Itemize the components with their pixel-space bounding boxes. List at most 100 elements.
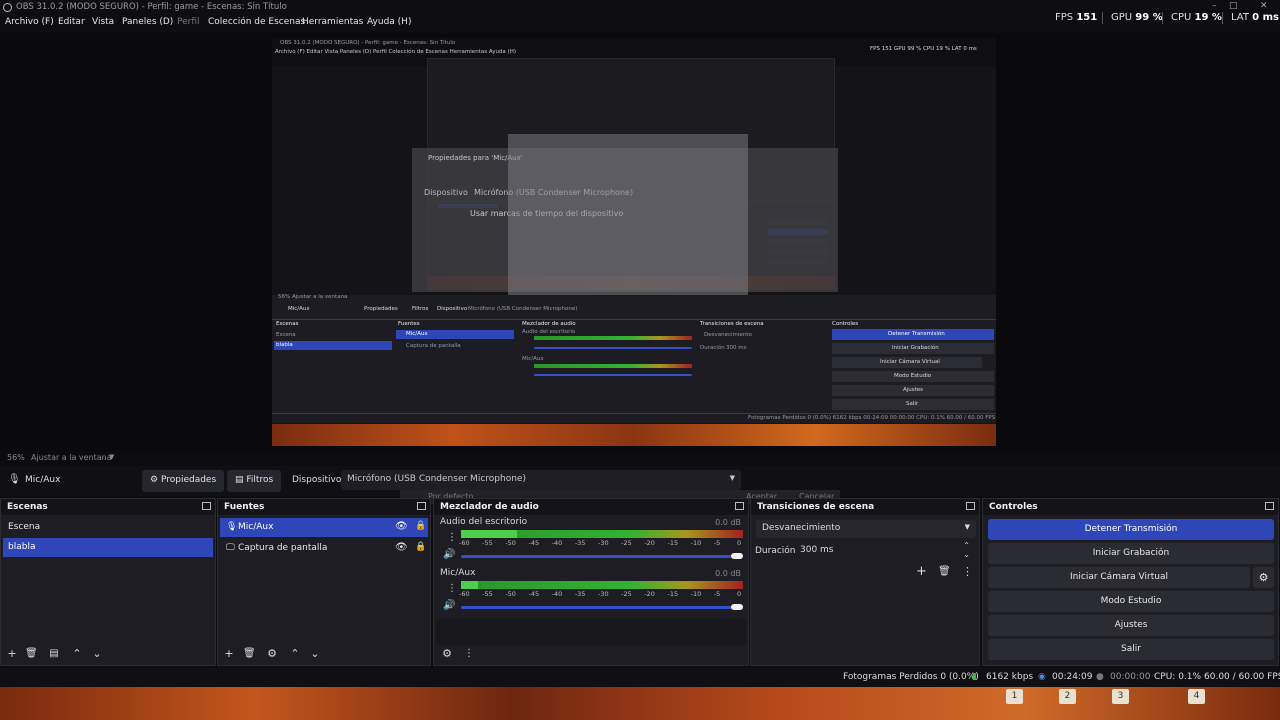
nested-control: Detener Transmisión — [888, 331, 945, 337]
zoom-mode[interactable]: Ajustar a la ventana — [31, 453, 112, 462]
more-vertical-icon[interactable]: ⋮ — [463, 648, 475, 660]
nested-scene: Escena — [276, 332, 296, 338]
nested-transition: Desvanecimiento — [704, 332, 752, 338]
mixer-channel-db: 0.0 dB — [715, 569, 741, 578]
gear-icon[interactable]: ⚙ — [441, 648, 453, 660]
undock-icon[interactable] — [1265, 502, 1274, 510]
volume-scale-tick: -40 — [551, 539, 563, 547]
program-preview[interactable]: OBS 31.0.2 (MODO SEGURO) - Perfil: game … — [272, 38, 996, 446]
zoom-percent: 56% — [7, 453, 25, 462]
volume-slider-handle[interactable] — [731, 604, 743, 610]
nested-device: Dispositivo — [437, 306, 468, 312]
trash-icon[interactable]: 🗑 — [243, 648, 256, 660]
workspace-button[interactable]: 3 — [1112, 689, 1129, 704]
nested-dock-mixer: Mezclador de audio — [522, 321, 576, 327]
scene-item[interactable]: Escena — [3, 518, 213, 537]
nested-scene: blabla — [276, 342, 293, 348]
chevron-down-icon[interactable]: ▼ — [109, 453, 114, 461]
volume-scale: -60 -55 -50 -45 -40 -35 -30 -25 -20 -15 -10 -5 0 — [459, 590, 745, 598]
volume-slider[interactable] — [461, 555, 743, 558]
scene-transitions-title: Transiciones de escena — [751, 499, 979, 515]
source-item[interactable]: 🖵 Captura de pantalla 👁 🔒 — [220, 539, 428, 558]
eye-icon[interactable]: 👁 — [395, 521, 408, 532]
volume-slider[interactable] — [461, 606, 743, 609]
workspace-button[interactable]: 1 — [1006, 689, 1023, 704]
source-item[interactable]: 🎙 Mic/Aux 👁 🔒 — [220, 518, 428, 537]
nested-menu: Archivo (F) Editar Vista Paneles (D) Per… — [275, 49, 516, 55]
nested-desktop-wallpaper — [272, 424, 996, 446]
workspace-button[interactable]: 4 — [1188, 689, 1205, 704]
chevron-up-icon[interactable]: ⌃ — [71, 648, 83, 660]
maximize-button[interactable]: □ — [1229, 1, 1238, 11]
nested-dock-controls: Controles — [832, 321, 859, 327]
undock-icon[interactable] — [202, 502, 211, 510]
nested-control: Iniciar Cámara Virtual — [880, 359, 940, 365]
desktop-wallpaper — [0, 687, 1280, 720]
menu-coleccion-escenas[interactable]: Colección de Escenas — [208, 17, 305, 27]
duration-input[interactable]: 300 ms ⌃ ⌄ — [796, 541, 976, 560]
fps-stat: FPS 151 — [1055, 12, 1098, 23]
latency-stat: LAT 0 ms — [1231, 12, 1279, 23]
more-vertical-icon[interactable]: ⋮ — [962, 565, 973, 578]
chevron-down-icon[interactable]: ⌄ — [963, 550, 970, 559]
eye-icon[interactable]: 👁 — [395, 542, 408, 553]
filters-button[interactable]: ▤ Filtros — [227, 470, 282, 492]
trash-icon[interactable]: 🗑 — [25, 648, 38, 660]
nested-props: Propiedades — [364, 306, 398, 312]
stream-icon: ◉ — [1038, 672, 1046, 682]
exit-button[interactable]: Salir — [988, 639, 1274, 660]
more-vertical-icon[interactable]: ⋮ — [447, 532, 457, 543]
nested-duration-label: Duración — [700, 345, 725, 351]
add-icon[interactable]: + — [916, 564, 927, 579]
nested-window-title: OBS 31.0.2 (MODO SEGURO) - Perfil: game … — [280, 40, 456, 46]
gear-icon[interactable]: ⚙ — [266, 648, 278, 660]
menu-paneles[interactable]: Paneles (D) — [122, 17, 173, 27]
properties-button[interactable]: ⚙ Propiedades — [142, 470, 225, 492]
start-virtual-camera-button[interactable]: Iniciar Cámara Virtual — [988, 567, 1250, 588]
menu-perfil[interactable]: Perfil — [177, 17, 200, 27]
scenes-dock-title: Escenas — [1, 499, 215, 515]
start-recording-button[interactable]: Iniciar Grabación — [988, 543, 1274, 564]
lock-icon[interactable]: 🔒 — [415, 542, 426, 552]
menu-ayuda[interactable]: Ayuda (H) — [367, 17, 411, 27]
mixer-empty-area — [436, 619, 746, 645]
menu-archivo[interactable]: Archivo (F) — [5, 17, 54, 27]
filter-icon[interactable]: ▤ — [48, 648, 60, 660]
undock-icon[interactable] — [735, 502, 744, 510]
nested-duration-value: 300 ms — [726, 345, 747, 351]
transition-select[interactable]: Desvanecimiento ▼ — [756, 520, 976, 538]
device-select[interactable]: Micrófono (USB Condenser Microphone) ▼ — [341, 470, 741, 490]
add-icon[interactable]: + — [223, 648, 235, 660]
chevron-down-icon[interactable]: ⌄ — [309, 648, 321, 660]
menu-editar[interactable]: Editar — [58, 17, 85, 27]
settings-button[interactable]: Ajustes — [988, 615, 1274, 636]
volume-scale: -60 -55 -50 -45 -40 -35 -30 -25 -20 -15 -10 -5 0 — [459, 539, 745, 547]
chevron-up-icon[interactable]: ⌃ — [289, 648, 301, 660]
menu-herramientas[interactable]: Herramientas — [302, 17, 363, 27]
trash-icon[interactable]: 🗑 — [938, 566, 951, 577]
undock-icon[interactable] — [966, 502, 975, 510]
close-button[interactable]: ✕ — [1260, 1, 1268, 11]
virtual-camera-settings-icon[interactable]: ⚙ — [1253, 567, 1274, 588]
add-icon[interactable]: + — [6, 648, 18, 660]
volume-slider-handle[interactable] — [731, 553, 743, 559]
undock-icon[interactable] — [417, 502, 426, 510]
stop-streaming-button[interactable]: Detener Transmisión — [988, 519, 1274, 540]
menu-vista[interactable]: Vista — [92, 17, 114, 27]
lock-icon[interactable]: 🔒 — [415, 521, 426, 531]
mixer-channel-name: Audio del escritorio — [440, 517, 528, 527]
mixer-toolbar: ⚙ ⋮ — [434, 643, 748, 665]
more-vertical-icon[interactable]: ⋮ — [447, 583, 457, 594]
chevron-up-icon[interactable]: ⌃ — [963, 541, 970, 550]
minimize-button[interactable]: – — [1212, 1, 1217, 11]
chevron-down-icon[interactable]: ⌄ — [91, 648, 103, 660]
nested-dock-scenes: Escenas — [276, 321, 299, 327]
workspace-button[interactable]: 2 — [1059, 689, 1076, 704]
nested-stats: FPS 151 GPU 99 % CPU 19 % LAT 0 ms — [870, 46, 977, 52]
scene-item[interactable]: blabla — [3, 538, 213, 557]
controls-dock: Controles Detener Transmisión Iniciar Gr… — [982, 498, 1279, 666]
speaker-icon[interactable]: 🔊 — [443, 549, 455, 560]
speaker-icon[interactable]: 🔊 — [443, 600, 455, 611]
studio-mode-button[interactable]: Modo Estudio — [988, 591, 1274, 612]
device-label: Dispositivo — [292, 475, 342, 485]
